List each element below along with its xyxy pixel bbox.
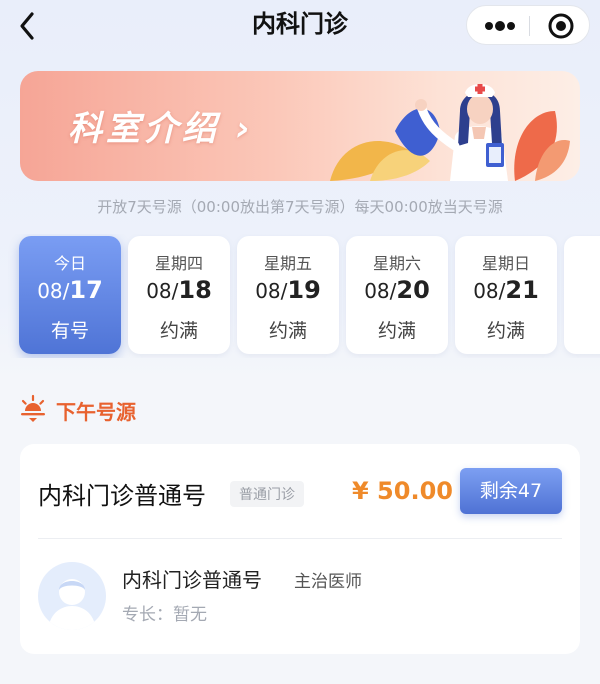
date-month: 08/: [255, 279, 288, 303]
doctor-title: 主治医师: [294, 572, 362, 592]
date-value: 08/20: [346, 276, 448, 304]
date-status: 有号: [50, 320, 89, 342]
ticket-price: ¥ 50.00: [352, 477, 453, 505]
more-button[interactable]: [475, 6, 525, 46]
date-status: 约: [564, 316, 600, 343]
nurse-illustration: [330, 84, 570, 181]
ticket-name: 内科门诊普通号: [38, 482, 206, 510]
date-card-0819[interactable]: 星期五 08/19 约满: [237, 236, 339, 354]
date-value: 08/18: [128, 276, 230, 304]
date-weekday: 星期四: [154, 254, 203, 273]
date-card-0818[interactable]: 星期四 08/18 约满: [128, 236, 230, 354]
doctor-avatar-icon: [48, 579, 96, 630]
date-day: 18: [178, 276, 212, 304]
date-status: 约满: [159, 320, 198, 342]
section-title: 下午号源: [56, 400, 136, 424]
banner-text: 科室介绍 ›: [68, 101, 254, 150]
close-miniapp-button[interactable]: [541, 6, 581, 46]
date-day: 20: [396, 276, 430, 304]
date-card-0821[interactable]: 星期日 08/21 约满: [455, 236, 557, 354]
date-weekday: 星期日: [481, 254, 530, 273]
date-value: 08/21: [455, 276, 557, 304]
capsule-divider: [529, 16, 530, 36]
date-weekday: 星: [564, 250, 600, 274]
sunset-icon: [21, 394, 45, 422]
target-circle-icon: [548, 13, 574, 39]
banner-title: 科室介绍: [68, 109, 220, 149]
banner-arrow: ›: [235, 109, 254, 149]
page: 内科门诊 科室介绍 › 开放7天号源（00:00放出第7天号源）每天00:00放…: [0, 0, 600, 684]
department-intro-banner[interactable]: 科室介绍 ›: [20, 71, 580, 181]
date-value: 08: [564, 276, 600, 304]
doctor-name: 内科门诊普通号: [122, 568, 262, 592]
ticket-type-tag: 普通门诊: [230, 481, 304, 507]
more-dots-icon: [485, 21, 515, 31]
date-value: 08/19: [237, 276, 339, 304]
date-weekday: 星期五: [263, 254, 312, 273]
date-value: 08/17: [19, 276, 121, 304]
date-weekday: 今日: [53, 254, 86, 273]
top-nav: 内科门诊: [0, 0, 600, 52]
date-month: 08/: [364, 279, 397, 303]
date-selector: 今日 08/17 有号 星期四 08/18 约满 星期五 08/19 约满 星期…: [0, 234, 600, 358]
date-status: 约满: [486, 320, 525, 342]
date-month: 08/: [473, 279, 506, 303]
date-month: 08/: [146, 279, 179, 303]
ticket-card: 内科门诊普通号 普通门诊 ¥ 50.00 剩余47 内科门诊普通号 主治医师 专…: [20, 444, 580, 654]
doctor-avatar: [38, 562, 106, 630]
menu-capsule: [466, 5, 590, 45]
date-day: 17: [69, 276, 103, 304]
book-remaining-button[interactable]: 剩余47: [460, 468, 562, 514]
date-weekday: 星期六: [372, 254, 421, 273]
date-card-0820[interactable]: 星期六 08/20 约满: [346, 236, 448, 354]
date-day: 21: [505, 276, 539, 304]
card-divider: [38, 538, 562, 539]
date-card-partial[interactable]: 星 08 约: [564, 236, 600, 354]
date-month: 08/: [37, 279, 70, 303]
date-day: 19: [287, 276, 321, 304]
schedule-notice: 开放7天号源（00:00放出第7天号源）每天00:00放当天号源: [97, 198, 503, 216]
date-status: 约满: [377, 320, 416, 342]
date-card-0817[interactable]: 今日 08/17 有号: [19, 236, 121, 354]
date-status: 约满: [268, 320, 307, 342]
doctor-specialty: 专长：暂无: [122, 605, 207, 625]
